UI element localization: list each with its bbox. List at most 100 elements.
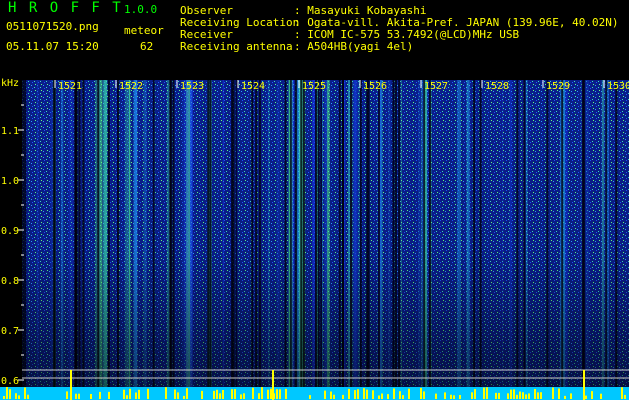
strength-spike	[126, 395, 128, 399]
strength-spike	[525, 394, 527, 399]
strength-spike	[354, 390, 356, 399]
y-tick-label: 0.9	[1, 226, 19, 237]
antenna-label: Receiving antenna	[180, 40, 293, 53]
strength-spike	[174, 389, 176, 399]
strength-spike	[522, 392, 524, 399]
strength-spike	[519, 391, 521, 399]
strength-spike	[177, 392, 179, 399]
strength-spike	[528, 393, 530, 399]
antenna-value: : A504HB(yagi 4el)	[294, 40, 414, 53]
x-tick-label: 1529	[546, 81, 570, 92]
x-tick-label: 1526	[363, 81, 387, 92]
strength-spike	[600, 393, 602, 399]
strength-spike	[213, 390, 215, 399]
strength-spike	[24, 387, 26, 399]
strength-spike	[258, 393, 260, 399]
header-panel: H R O F F T 1.0.0 0511071520.png meteor …	[0, 0, 629, 78]
spectrogram-shade	[22, 80, 629, 398]
strength-spike	[324, 390, 326, 399]
strength-spike	[381, 393, 383, 399]
datetime-label: 05.11.07 15:20	[6, 40, 99, 53]
x-tick-label: 1530	[607, 81, 629, 92]
strength-spike	[348, 388, 350, 399]
x-tick-label: 1525	[302, 81, 326, 92]
strength-spike	[201, 390, 203, 399]
strength-spike	[18, 395, 20, 399]
strength-spike	[537, 392, 539, 399]
strength-spike	[540, 392, 542, 399]
strength-spike	[510, 389, 512, 399]
strength-spike	[459, 395, 461, 399]
strength-spike	[552, 387, 554, 399]
y-axis: kHz 1.1 1.0 0.9 0.8 0.7 0.6	[1, 78, 24, 387]
y-tick-label: 0.8	[1, 276, 19, 287]
strength-spike	[342, 394, 344, 399]
strength-spike	[624, 394, 626, 399]
strength-spike	[240, 394, 242, 399]
strength-spike	[138, 389, 140, 399]
app-version: 1.0.0	[124, 3, 158, 16]
mode-label: meteor	[124, 24, 164, 37]
x-tick-label: 1523	[180, 81, 204, 92]
strength-spike	[147, 388, 149, 399]
strength-spike	[570, 393, 572, 399]
strength-spike	[450, 394, 452, 399]
x-tick-label: 1522	[119, 81, 143, 92]
strength-spike	[366, 389, 368, 399]
strength-spike	[363, 388, 365, 399]
strength-spike	[564, 395, 566, 399]
strength-spike	[222, 390, 224, 399]
strength-spike	[231, 389, 233, 399]
strength-spike	[15, 393, 17, 399]
strength-spike	[357, 389, 359, 399]
strength-spike	[408, 388, 410, 399]
strength-spike	[219, 393, 221, 399]
meteor-count: 62	[140, 40, 154, 53]
y-tick-label: 1.1	[1, 126, 19, 137]
strength-spike	[186, 388, 188, 399]
x-tick-label: 1524	[241, 81, 265, 92]
strength-spike	[9, 389, 11, 399]
strength-spike	[420, 387, 422, 399]
strength-spike	[516, 394, 518, 399]
strength-spike	[270, 388, 272, 399]
spectrogram-plot: 1521 1522 1523 1524 1525 1526 1527 1528 1529 1530…	[0, 78, 629, 400]
strength-spike	[6, 387, 8, 399]
strength-spike	[393, 388, 395, 399]
strength-spike	[276, 389, 278, 399]
strength-spike	[534, 389, 536, 399]
x-tick-label: 1528	[485, 81, 509, 92]
y-tick-label: 0.7	[1, 326, 19, 337]
strength-spike	[261, 387, 263, 399]
strength-spike	[558, 388, 560, 399]
y-tick-label: 1.0	[1, 176, 19, 187]
strength-spike	[279, 389, 281, 399]
strength-spike	[75, 393, 77, 399]
strength-spike	[486, 387, 488, 399]
strength-spike	[330, 391, 332, 399]
strength-spike	[183, 395, 185, 399]
strength-spike	[135, 392, 137, 399]
strength-spike	[27, 394, 29, 399]
strength-spike	[108, 391, 110, 399]
app-title: H R O F F T	[8, 0, 123, 16]
image-filename: 0511071520.png	[6, 20, 99, 33]
strength-spike	[333, 394, 335, 399]
y-tick-label: 0.6	[1, 376, 19, 387]
strength-spike	[3, 396, 5, 399]
strength-spike	[285, 388, 287, 399]
strength-spike	[402, 395, 404, 399]
strength-peak	[583, 370, 585, 400]
y-axis-unit: kHz	[1, 78, 19, 89]
strength-spike	[507, 393, 509, 399]
strength-spike	[129, 388, 131, 399]
strength-spike	[495, 392, 497, 399]
strength-spike	[216, 389, 218, 399]
x-tick-label: 1527	[424, 81, 448, 92]
strength-spike	[66, 391, 68, 399]
strength-spike	[99, 391, 101, 399]
strength-spike	[234, 389, 236, 399]
strength-spike	[423, 391, 425, 399]
strength-spike	[471, 392, 473, 399]
strength-spike	[309, 395, 311, 399]
